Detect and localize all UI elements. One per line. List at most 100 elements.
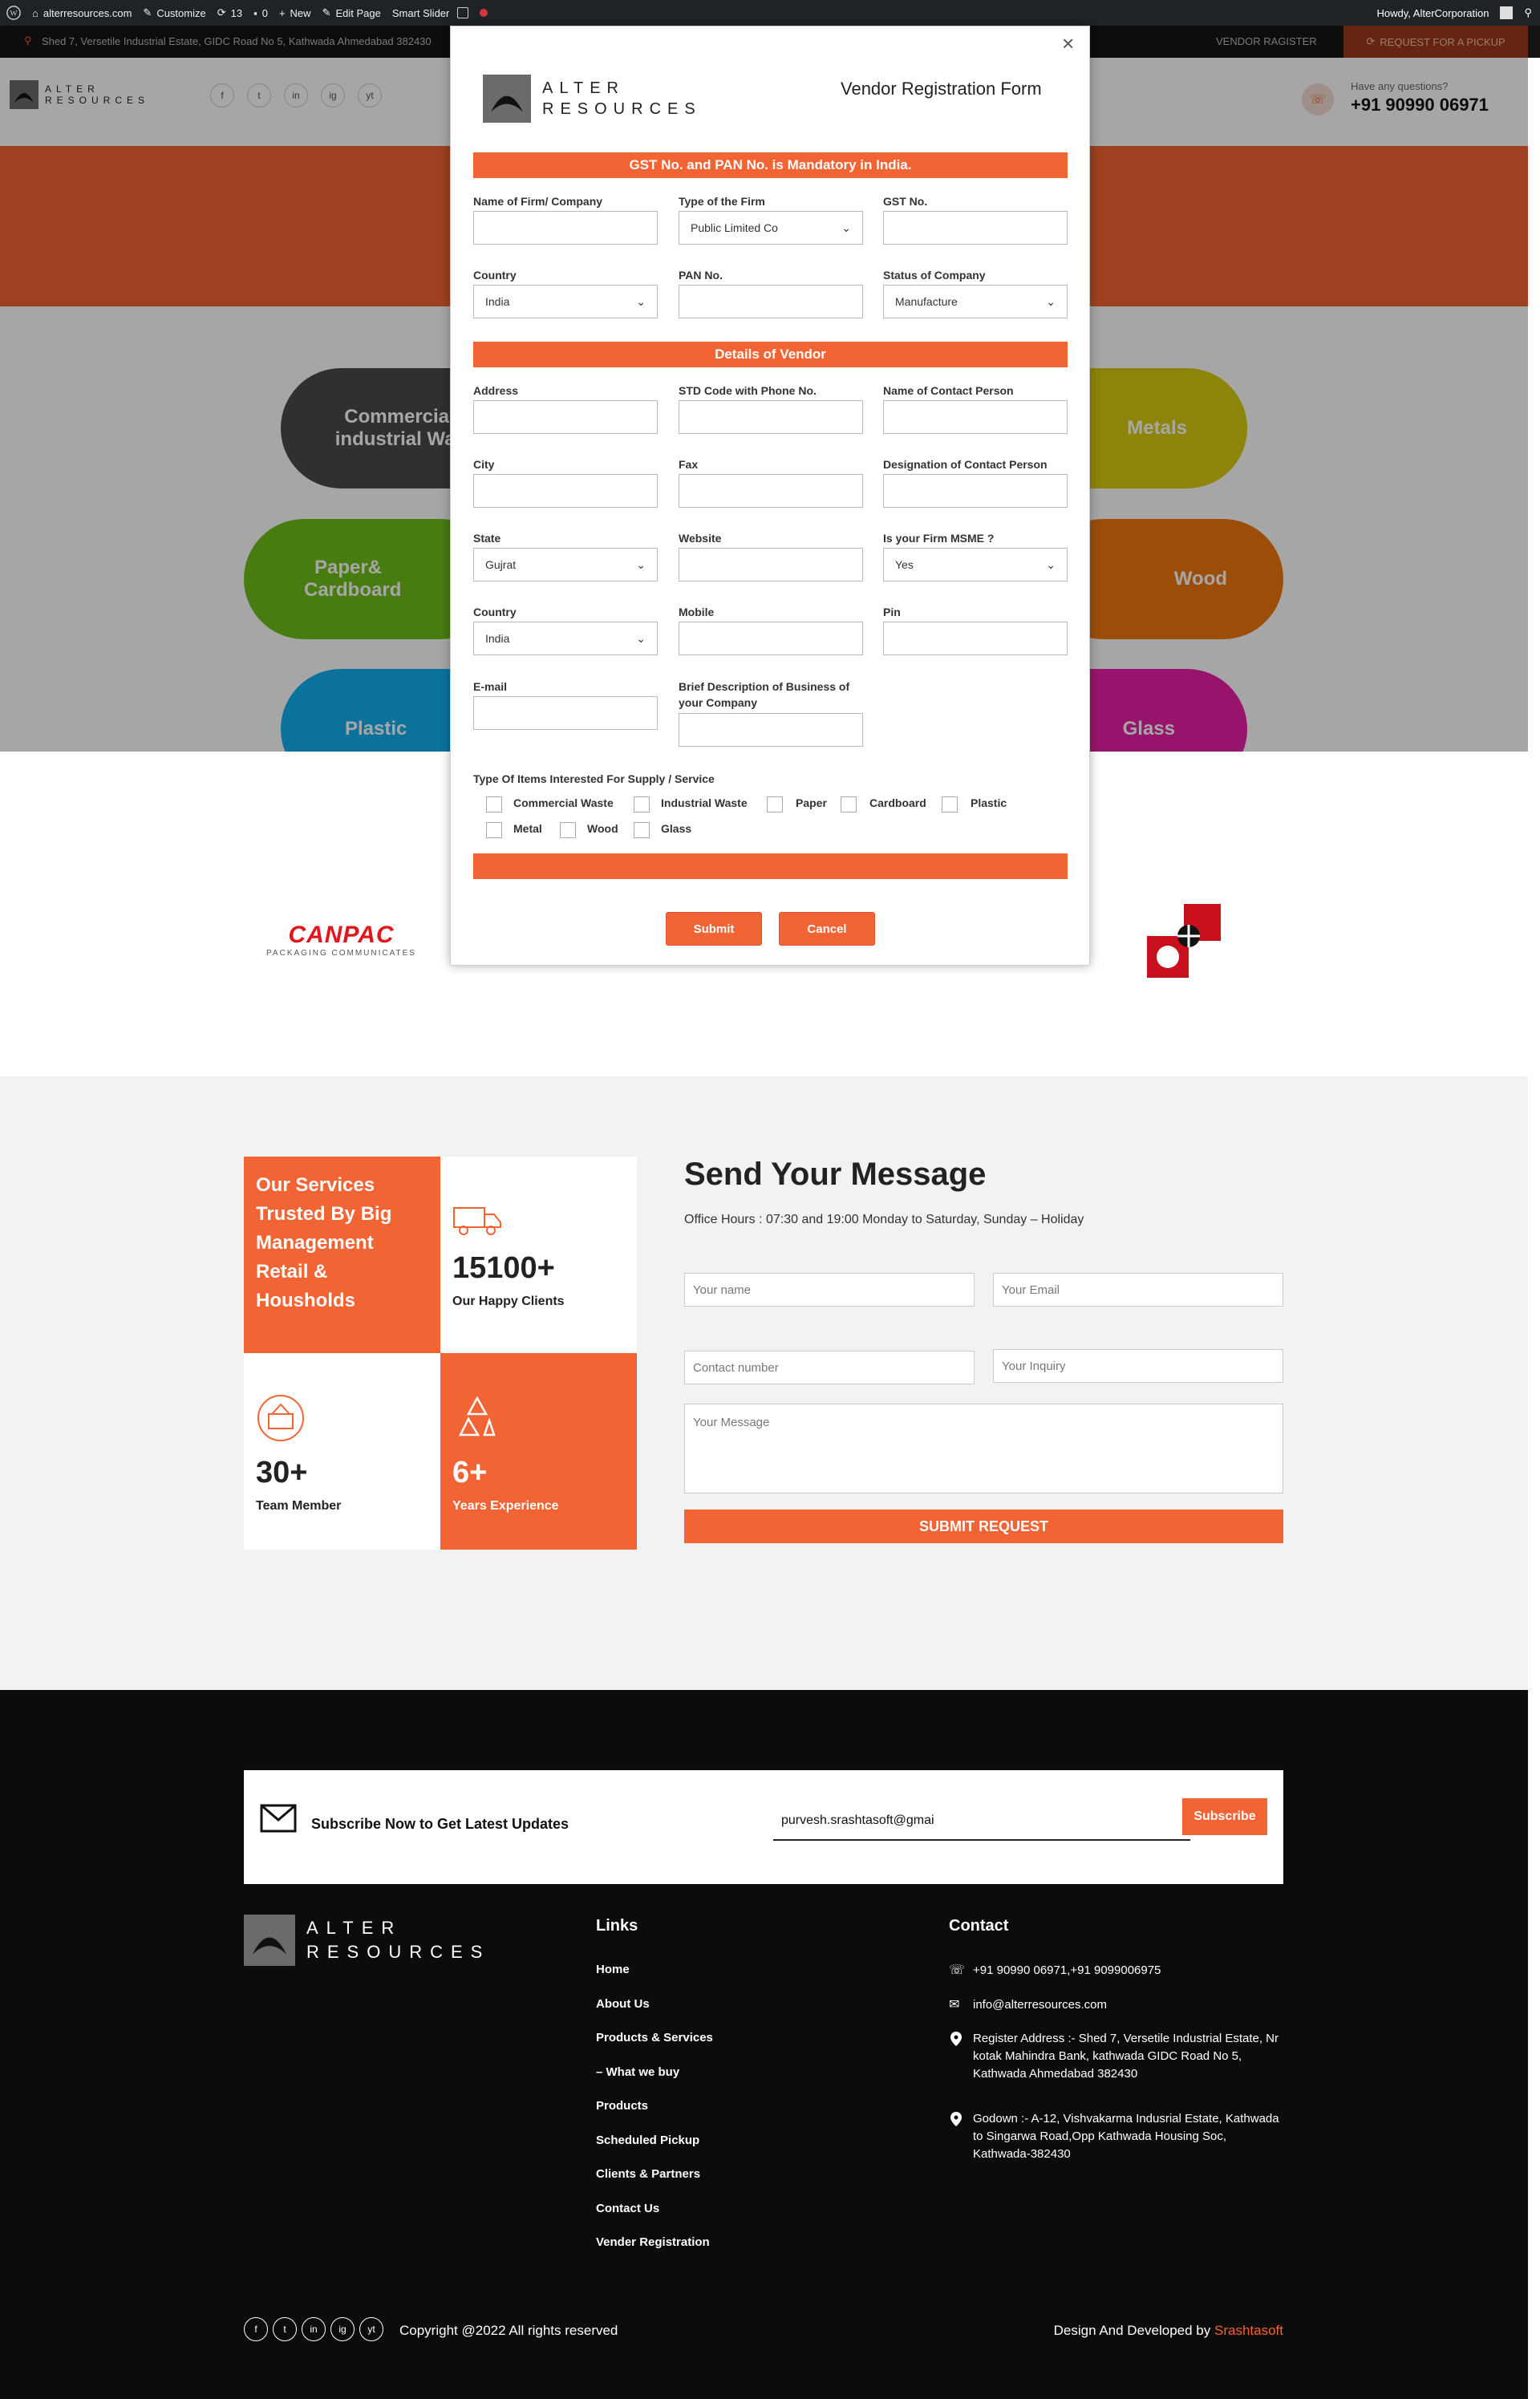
footer-social: f t in ig yt — [244, 2317, 383, 2341]
footer-link-scheduled-pickup[interactable]: Scheduled Pickup — [596, 2134, 699, 2147]
designed-by: Design And Developed by Srashtasoft — [1043, 2323, 1283, 2339]
label-website: Website — [679, 532, 722, 545]
submit-request-button[interactable]: SUBMIT REQUEST — [684, 1510, 1283, 1543]
std-phone-input[interactable] — [679, 400, 863, 434]
vendor-registration-modal: × ALTER RESOURCES Vendor Registration Fo… — [450, 26, 1090, 966]
footer-link-contact[interactable]: Contact Us — [596, 2202, 659, 2215]
smart-slider-link[interactable]: Smart Slider — [392, 7, 450, 19]
twitter-icon[interactable]: t — [273, 2317, 297, 2341]
customize-link[interactable]: ✎ Customize — [143, 6, 205, 19]
country-select[interactable]: India ⌄ — [473, 285, 658, 318]
city-input[interactable] — [473, 474, 658, 508]
country-2-select[interactable]: India ⌄ — [473, 622, 658, 655]
contact-person-input[interactable] — [883, 400, 1068, 434]
site-home-link[interactable]: ⌂ alterresources.com — [32, 7, 132, 19]
checkbox-metal[interactable] — [486, 822, 502, 838]
cancel-label: Cancel — [807, 922, 847, 936]
youtube-icon[interactable]: yt — [359, 2317, 383, 2341]
new-link[interactable]: + New — [279, 7, 311, 19]
cancel-button[interactable]: Cancel — [779, 912, 875, 946]
team-label: Team Member — [256, 1499, 342, 1513]
message-textarea[interactable]: Your Message — [684, 1404, 1283, 1493]
footer-link-what-we-buy[interactable]: – What we buy — [596, 2065, 679, 2079]
updates-count: 13 — [230, 6, 243, 19]
footer-link-vender-registration[interactable]: Vender Registration — [596, 2235, 710, 2249]
designation-input[interactable] — [883, 474, 1068, 508]
contact-input[interactable]: Contact number — [684, 1351, 975, 1384]
search-icon[interactable]: ⚲ — [1524, 6, 1532, 19]
instagram-icon[interactable]: ig — [330, 2317, 355, 2341]
clients-label: Our Happy Clients — [452, 1295, 565, 1308]
basket-icon — [256, 1393, 306, 1447]
checkbox-glass[interactable] — [634, 822, 650, 838]
footer-link-clients-partners[interactable]: Clients & Partners — [596, 2167, 700, 2181]
submit-button[interactable]: Submit — [666, 912, 762, 946]
website-input[interactable] — [679, 548, 863, 582]
label-gst: GST No. — [883, 195, 928, 208]
label-fax: Fax — [679, 458, 699, 471]
footer-link-home[interactable]: Home — [596, 1963, 630, 1976]
submit-label: Submit — [693, 922, 735, 936]
status-select[interactable]: Manufacture ⌄ — [883, 285, 1068, 318]
canpac-tagline: PACKAGING COMMUNICATES — [266, 949, 416, 958]
team-number: 30+ — [256, 1456, 308, 1489]
howdy-user[interactable]: Howdy, AlterCorporation — [1377, 7, 1489, 19]
linkedin-icon[interactable]: in — [302, 2317, 326, 2341]
state-select[interactable]: Gujrat ⌄ — [473, 548, 658, 582]
address-input[interactable] — [473, 400, 658, 434]
checkbox-plastic[interactable] — [942, 796, 958, 812]
comments-link[interactable]: ▪ 0 — [253, 7, 268, 19]
mandatory-band: GST No. and PAN No. is Mandatory in Indi… — [473, 152, 1068, 178]
gst-input[interactable] — [883, 211, 1068, 245]
email-input[interactable] — [473, 696, 658, 730]
close-icon[interactable]: × — [1062, 31, 1074, 56]
mandatory-band-text: GST No. and PAN No. is Mandatory in Indi… — [629, 157, 912, 172]
details-band: Details of Vendor — [473, 342, 1068, 367]
footer-link-products[interactable]: Products — [596, 2099, 648, 2113]
label-mobile: Mobile — [679, 606, 715, 618]
status-dot-icon — [480, 9, 488, 17]
fax-input[interactable] — [679, 474, 863, 508]
clients-number: 15100+ — [452, 1251, 555, 1285]
footer-link-about[interactable]: About Us — [596, 1997, 650, 2011]
register-address: Register Address :- Shed 7, Versetile In… — [973, 2032, 1279, 2081]
checkbox-commercial-waste[interactable] — [486, 796, 502, 812]
facebook-icon[interactable]: f — [244, 2317, 268, 2341]
chevron-down-icon: ⌄ — [841, 221, 851, 234]
checkbox-cardboard[interactable] — [841, 796, 857, 812]
inquiry-input[interactable]: Your Inquiry — [993, 1349, 1283, 1383]
firm-name-input[interactable] — [473, 211, 658, 245]
pan-input[interactable] — [679, 285, 863, 318]
checkbox-industrial-waste[interactable] — [634, 796, 650, 812]
subscribe-email-input[interactable]: purvesh.srashtasoft@gmai — [773, 1802, 1190, 1841]
label-address: Address — [473, 384, 519, 397]
yoast-icon[interactable] — [457, 7, 469, 18]
chevron-down-icon: ⌄ — [1046, 294, 1056, 308]
edit-page-link[interactable]: ✎ Edit Page — [322, 6, 381, 19]
avatar[interactable] — [1500, 6, 1514, 19]
developer-link[interactable]: Srashtasoft — [1214, 2323, 1283, 2338]
footer-phone[interactable]: +91 90990 06971,+91 9099006975 — [973, 1962, 1161, 1980]
mail-icon: ✉ — [949, 1998, 960, 2012]
name-input[interactable]: Your name — [684, 1273, 975, 1307]
msme-select[interactable]: Yes ⌄ — [883, 548, 1068, 582]
email-input[interactable]: Your Email — [993, 1273, 1283, 1307]
checkbox-wood[interactable] — [560, 822, 576, 838]
subscribe-button[interactable]: Subscribe — [1182, 1798, 1267, 1835]
footer-link-products-services[interactable]: Products & Services — [596, 2031, 713, 2044]
subscribe-button-label: Subscribe — [1194, 1809, 1256, 1823]
modal-logo: ALTER RESOURCES — [483, 75, 702, 123]
state-value: Gujrat — [485, 558, 517, 571]
firm-type-select[interactable]: Public Limited Co ⌄ — [679, 211, 863, 245]
label-brief-description: Brief Description of Business of your Co… — [679, 680, 850, 709]
mobile-input[interactable] — [679, 622, 863, 655]
pin-input[interactable] — [883, 622, 1068, 655]
chevron-down-icon: ⌄ — [1046, 557, 1056, 571]
footer-email[interactable]: info@alterresources.com — [973, 1996, 1107, 2014]
wordpress-icon[interactable]: W — [6, 6, 21, 20]
footer-logo[interactable]: ALTER RESOURCES — [244, 1915, 490, 1966]
checkbox-paper[interactable] — [767, 796, 783, 812]
label-status: Status of Company — [883, 269, 986, 282]
brief-description-input[interactable] — [679, 713, 863, 747]
updates-link[interactable]: ⟳ 13 — [217, 6, 242, 19]
